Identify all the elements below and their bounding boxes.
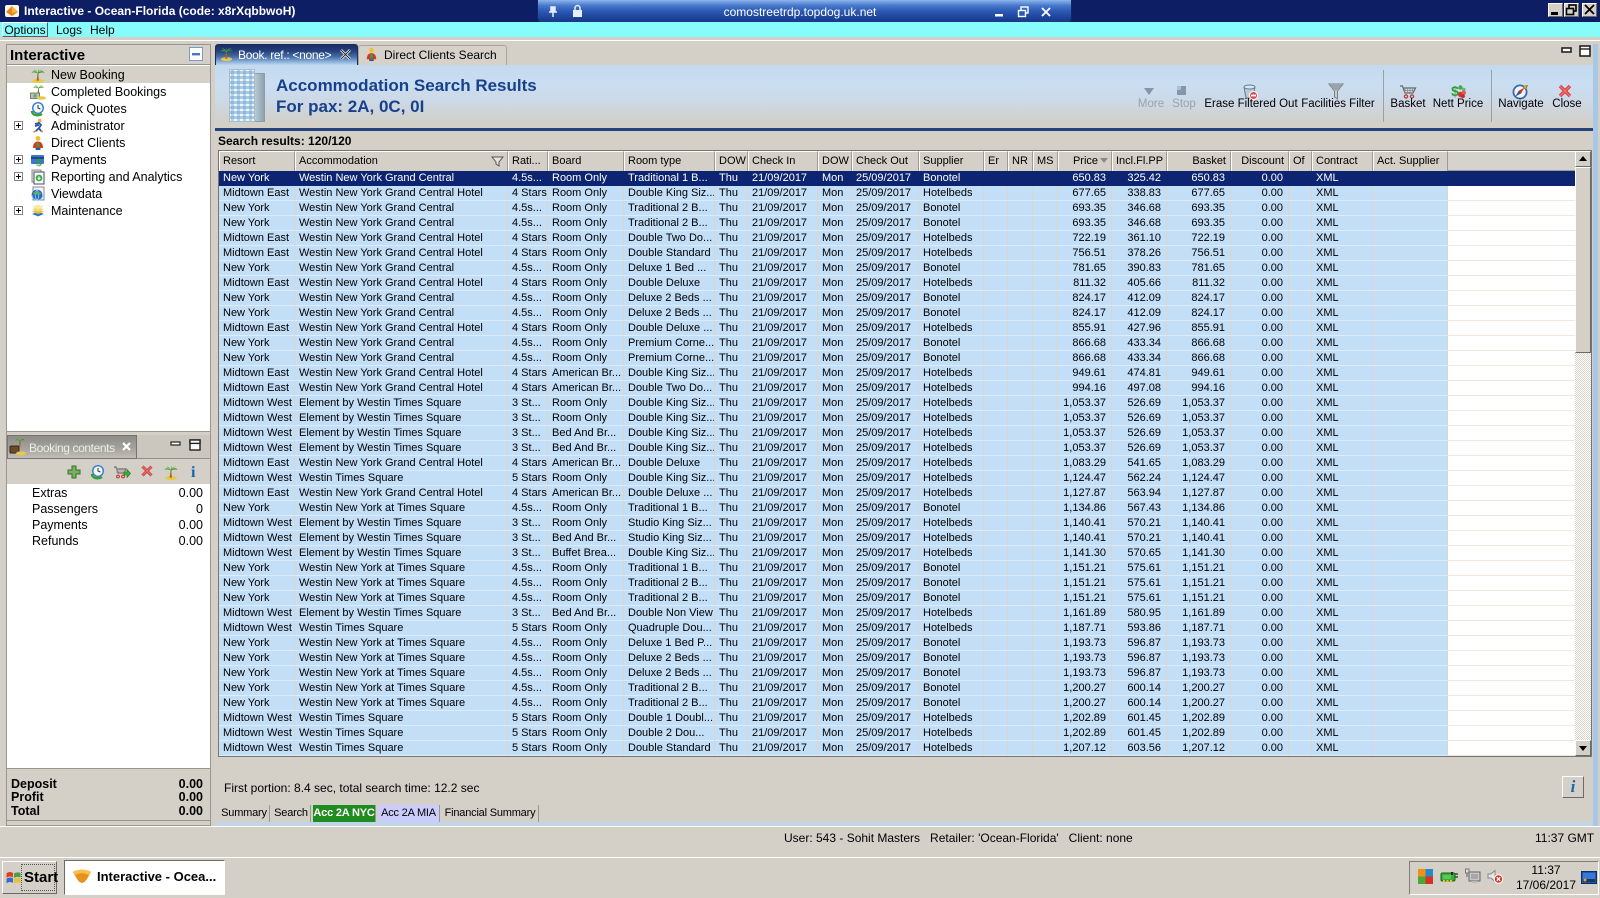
svg-text:$: $ xyxy=(36,157,42,168)
svg-text:$: $ xyxy=(1451,83,1459,99)
